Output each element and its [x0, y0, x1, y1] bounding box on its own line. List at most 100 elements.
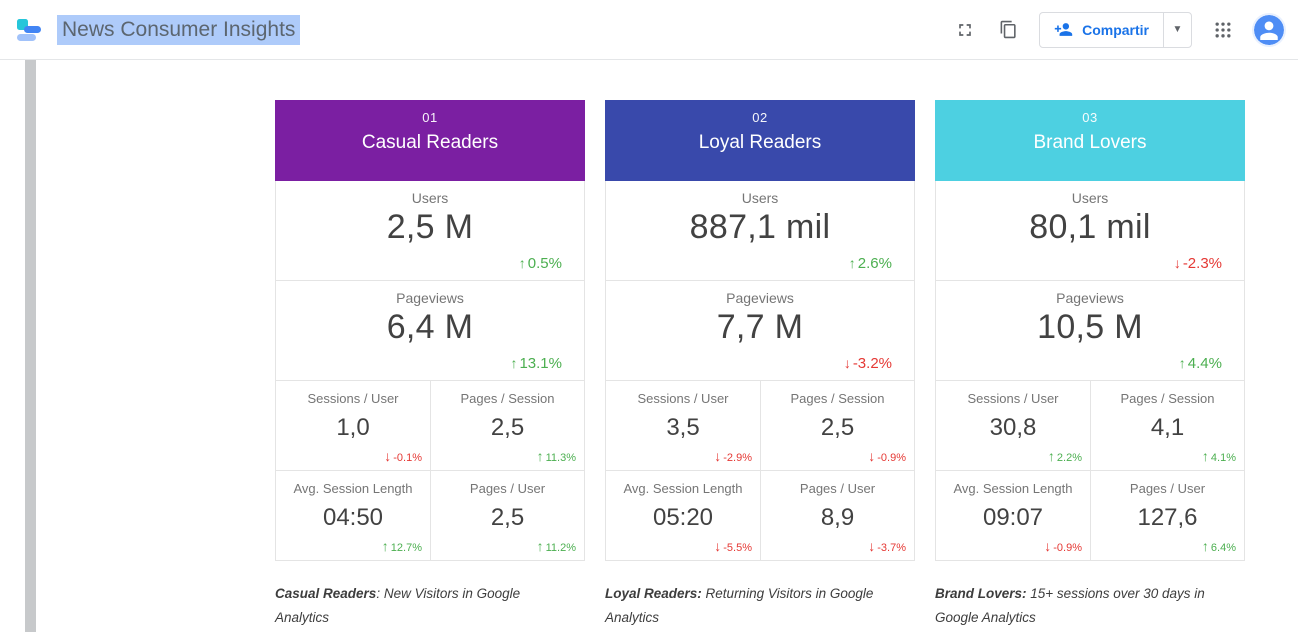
fullscreen-icon[interactable]	[953, 18, 977, 42]
pageviews-metric: Pageviews 7,7 M ↓-3.2%	[605, 281, 915, 381]
change-percent: -3.7%	[877, 542, 906, 554]
metric-value: 2,5	[431, 414, 584, 442]
metric-label: Pageviews	[606, 281, 914, 306]
metric-label: Pages / Session	[761, 381, 914, 406]
trend-arrow-icon: ↓	[714, 448, 721, 464]
card-header: 02 Loyal Readers	[605, 100, 915, 181]
metric-change: ↓-3.2%	[844, 355, 892, 372]
pages-per-user-metric: Pages / User 127,6 ↑6.4%	[1090, 471, 1245, 561]
metric-change: ↓-2.9%	[714, 448, 752, 464]
metric-value: 3,5	[606, 414, 760, 442]
sessions-per-user-metric: Sessions / User 1,0 ↓-0.1%	[275, 381, 430, 471]
share-dropdown-button[interactable]: ▼	[1163, 13, 1191, 47]
pages-per-user-metric: Pages / User 2,5 ↑11.2%	[430, 471, 585, 561]
trend-arrow-icon: ↑	[1202, 448, 1209, 464]
trend-arrow-icon: ↓	[868, 448, 875, 464]
footnote-loyal-readers: Loyal Readers: Returning Visitors in Goo…	[605, 582, 905, 630]
metric-label: Avg. Session Length	[606, 471, 760, 496]
metric-value: 127,6	[1091, 504, 1244, 532]
trend-arrow-icon: ↓	[1174, 255, 1181, 271]
scorecard-loyal-readers: 02 Loyal Readers Users 887,1 mil ↑2.6% P…	[605, 100, 915, 561]
trend-arrow-icon: ↑	[510, 355, 517, 371]
card-title: Casual Readers	[275, 132, 585, 154]
copy-report-icon[interactable]	[996, 18, 1020, 42]
trend-arrow-icon: ↑	[537, 538, 544, 554]
metric-change: ↓-2.3%	[1174, 255, 1222, 272]
metric-value: 1,0	[276, 414, 430, 442]
avg-session-length-metric: Avg. Session Length 05:20 ↓-5.5%	[605, 471, 760, 561]
change-percent: 4.1%	[1211, 452, 1236, 464]
change-percent: 4.4%	[1188, 355, 1222, 372]
trend-arrow-icon: ↑	[849, 255, 856, 271]
trend-arrow-icon: ↑	[1179, 355, 1186, 371]
footnote-brand-lovers: Brand Lovers: 15+ sessions over 30 days …	[935, 582, 1235, 630]
pages-per-session-metric: Pages / Session 2,5 ↓-0.9%	[760, 381, 915, 471]
metric-label: Users	[606, 181, 914, 206]
trend-arrow-icon: ↑	[382, 538, 389, 554]
metric-change: ↑2.2%	[1048, 448, 1082, 464]
canvas-left-strip	[25, 60, 36, 632]
change-percent: -0.9%	[877, 452, 906, 464]
share-button-label: Compartir	[1082, 22, 1149, 38]
top-bar-actions: Compartir ▼	[953, 12, 1284, 48]
trend-arrow-icon: ↑	[537, 448, 544, 464]
metric-label: Pages / User	[1091, 471, 1244, 496]
metric-value: 2,5	[761, 414, 914, 442]
trend-arrow-icon: ↓	[1044, 538, 1051, 554]
metric-value: 09:07	[936, 504, 1090, 532]
metric-change: ↑4.1%	[1202, 448, 1236, 464]
trend-arrow-icon: ↑	[1048, 448, 1055, 464]
metric-change: ↓-0.1%	[384, 448, 422, 464]
metric-label: Sessions / User	[606, 381, 760, 406]
user-avatar[interactable]	[1254, 15, 1284, 45]
change-percent: 2.2%	[1057, 452, 1082, 464]
avg-session-length-metric: Avg. Session Length 09:07 ↓-0.9%	[935, 471, 1090, 561]
metric-label: Pages / Session	[1091, 381, 1244, 406]
metric-value: 2,5 M	[276, 208, 584, 247]
metric-label: Pages / User	[431, 471, 584, 496]
change-percent: -0.9%	[1053, 542, 1082, 554]
metric-value: 80,1 mil	[936, 208, 1244, 247]
change-percent: 11.2%	[546, 542, 576, 554]
change-percent: -3.2%	[853, 355, 892, 372]
trend-arrow-icon: ↓	[384, 448, 391, 464]
data-studio-logo-icon[interactable]	[14, 15, 44, 45]
metric-change: ↓-5.5%	[714, 538, 752, 554]
pageviews-metric: Pageviews 6,4 M ↑13.1%	[275, 281, 585, 381]
apps-grid-icon[interactable]	[1211, 18, 1235, 42]
share-split-button: Compartir ▼	[1039, 12, 1192, 48]
metric-label: Avg. Session Length	[276, 471, 430, 496]
metric-label: Users	[936, 181, 1244, 206]
metric-value: 2,5	[431, 504, 584, 532]
avg-session-length-metric: Avg. Session Length 04:50 ↑12.7%	[275, 471, 430, 561]
metric-change: ↑4.4%	[1179, 355, 1222, 372]
change-percent: 6.4%	[1211, 542, 1236, 554]
trend-arrow-icon: ↓	[868, 538, 875, 554]
footnote-term: Casual Readers	[275, 586, 376, 601]
metric-label: Sessions / User	[276, 381, 430, 406]
metric-value: 30,8	[936, 414, 1090, 442]
top-app-bar: News Consumer Insights Compartir ▼	[0, 0, 1298, 60]
scorecard-casual-readers: 01 Casual Readers Users 2,5 M ↑0.5% Page…	[275, 100, 585, 561]
change-percent: -2.9%	[723, 452, 752, 464]
change-percent: -0.1%	[393, 452, 422, 464]
person-add-icon	[1054, 20, 1073, 39]
metric-value: 4,1	[1091, 414, 1244, 442]
metrics-row: Sessions / User 30,8 ↑2.2% Pages / Sessi…	[935, 381, 1245, 471]
report-title[interactable]: News Consumer Insights	[57, 15, 300, 45]
card-title: Loyal Readers	[605, 132, 915, 154]
metric-label: Pages / Session	[431, 381, 584, 406]
card-title: Brand Lovers	[935, 132, 1245, 154]
metrics-row: Sessions / User 1,0 ↓-0.1% Pages / Sessi…	[275, 381, 585, 471]
change-percent: 0.5%	[528, 255, 562, 272]
chevron-down-icon: ▼	[1173, 24, 1183, 35]
metric-value: 887,1 mil	[606, 208, 914, 247]
trend-arrow-icon: ↑	[1202, 538, 1209, 554]
sessions-per-user-metric: Sessions / User 3,5 ↓-2.9%	[605, 381, 760, 471]
metric-change: ↑6.4%	[1202, 538, 1236, 554]
scorecard-brand-lovers: 03 Brand Lovers Users 80,1 mil ↓-2.3% Pa…	[935, 100, 1245, 561]
share-button[interactable]: Compartir	[1040, 13, 1163, 47]
metric-change: ↑11.3%	[537, 448, 576, 464]
pages-per-user-metric: Pages / User 8,9 ↓-3.7%	[760, 471, 915, 561]
metric-change: ↑0.5%	[519, 255, 562, 272]
